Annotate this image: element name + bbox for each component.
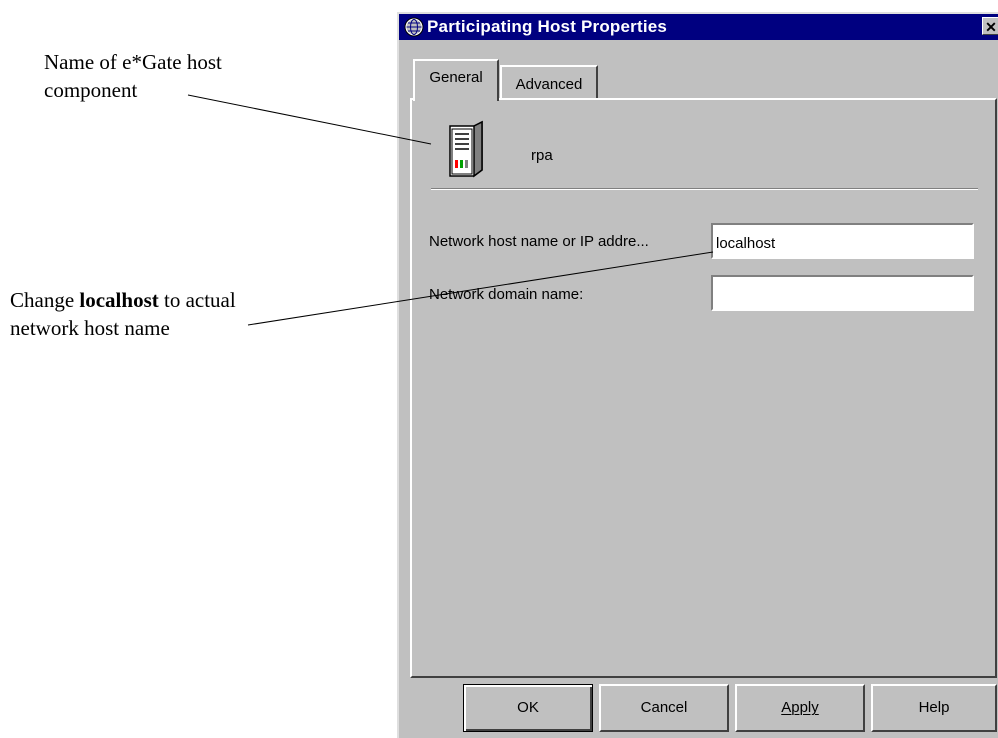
apply-button[interactable]: Apply (735, 684, 865, 732)
ok-button[interactable]: OK (463, 684, 593, 732)
server-tower-icon (449, 120, 483, 178)
callout-text: to actual (158, 288, 236, 312)
network-domain-label: Network domain name: (429, 286, 584, 303)
host-component-name: rpa (531, 147, 553, 164)
cancel-button[interactable]: Cancel (599, 684, 729, 732)
participating-host-properties-dialog: Participating Host Properties ✕ General … (397, 12, 998, 738)
callout-text: Change (10, 288, 80, 312)
help-button[interactable]: Help (871, 684, 997, 732)
localhost-callout-line1: Change localhost to actual (10, 286, 236, 314)
tab-general[interactable]: General (413, 59, 499, 101)
globe-icon (404, 17, 424, 37)
host-name-leader-line (187, 94, 432, 145)
host-name-callout-line2: component (44, 78, 138, 102)
title-bar[interactable]: Participating Host Properties ✕ (399, 14, 998, 40)
apply-button-label: Apply (781, 699, 819, 716)
general-tab-panel: rpa Network host name or IP addre... Net… (410, 98, 997, 678)
close-button[interactable]: ✕ (982, 17, 998, 35)
host-name-callout: Name of e*Gate host component (44, 48, 222, 104)
network-domain-input[interactable] (711, 275, 974, 311)
divider (431, 188, 978, 190)
localhost-callout: Change localhost to actual network host … (10, 286, 236, 342)
localhost-callout-line2: network host name (10, 316, 170, 340)
network-host-label: Network host name or IP addre... (429, 233, 649, 250)
tab-advanced[interactable]: Advanced (500, 65, 598, 98)
network-host-input[interactable] (711, 223, 974, 259)
callout-bold-text: localhost (79, 288, 159, 312)
dialog-title: Participating Host Properties (427, 17, 668, 36)
host-name-callout-line1: Name of e*Gate host (44, 50, 222, 74)
